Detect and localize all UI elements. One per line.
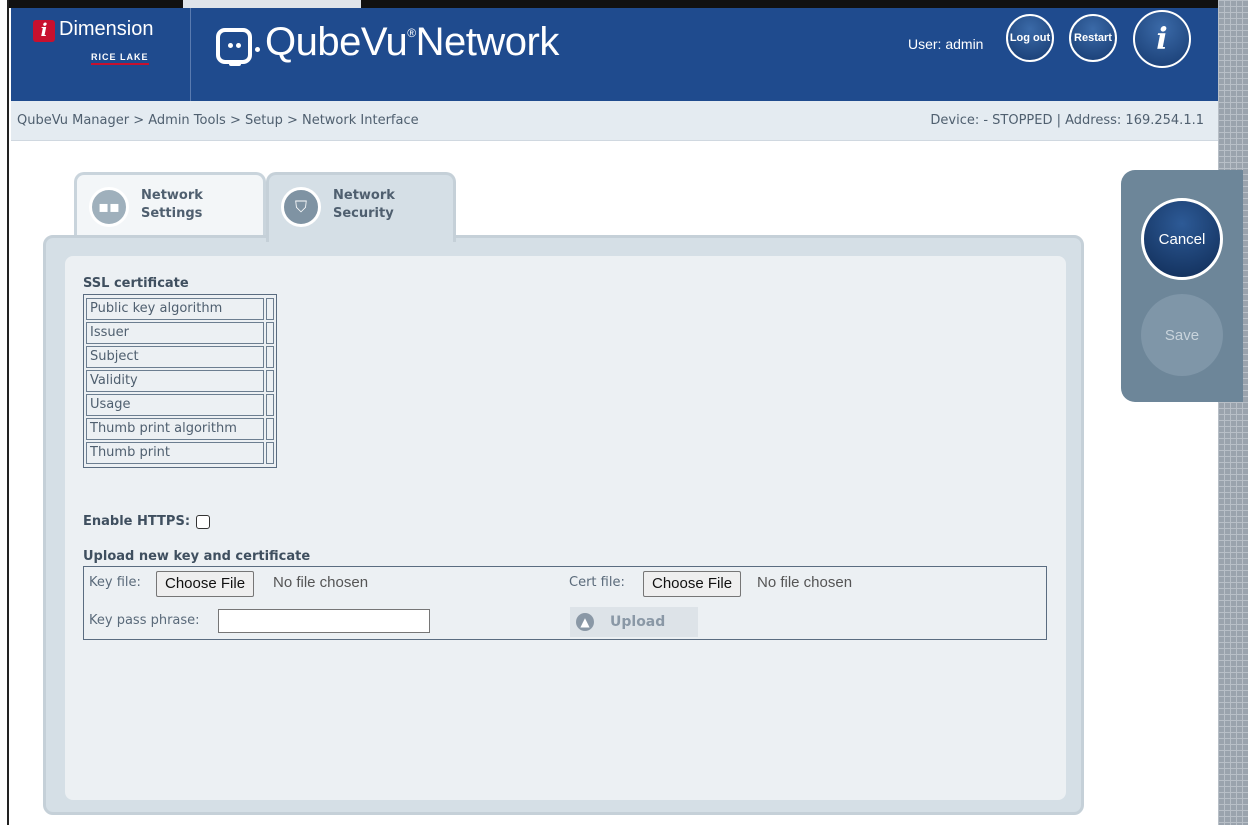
ssl-field-value (266, 442, 274, 464)
key-file-choose-button[interactable]: Choose File (156, 571, 255, 597)
table-row: Usage (86, 394, 274, 416)
brand-subtitle: RICE LAKE (91, 52, 149, 65)
brand-name: Dimension (59, 18, 154, 40)
security-panel: SSL certificate Public key algorithm Iss… (43, 235, 1084, 815)
tab-label: Network Security (333, 188, 395, 221)
ssl-field-value (266, 298, 274, 320)
security-panel-content: SSL certificate Public key algorithm Iss… (65, 256, 1066, 800)
action-panel: Cancel Save (1121, 170, 1243, 402)
user-label: User: admin (908, 36, 984, 52)
table-row: Public key algorithm (86, 298, 274, 320)
brand-i-icon: i (33, 20, 55, 42)
table-row: Subject (86, 346, 274, 368)
table-row: Thumb print (86, 442, 274, 464)
info-button[interactable]: i (1133, 10, 1191, 68)
background-grid-strip (1218, 0, 1248, 825)
logout-button[interactable]: Log out (1006, 14, 1054, 62)
key-file-label: Key file: (89, 575, 141, 590)
tab-network-security[interactable]: ⛉ Network Security (266, 172, 456, 242)
ssl-field-label: Usage (86, 394, 264, 416)
ssl-field-label: Thumb print algorithm (86, 418, 264, 440)
ssl-certificate-table: Public key algorithm Issuer Subject Vali… (83, 294, 277, 468)
pass-phrase-input[interactable] (218, 609, 430, 633)
ssl-field-label: Validity (86, 370, 264, 392)
ssl-field-label: Public key algorithm (86, 298, 264, 320)
table-row: Validity (86, 370, 274, 392)
screen-icon: ▪▪ (89, 187, 129, 227)
device-status: Device: - STOPPED | Address: 169.254.1.1 (930, 113, 1204, 128)
upload-button[interactable]: ▲ Upload (570, 607, 698, 637)
ssl-field-value (266, 394, 274, 416)
table-row: Issuer (86, 322, 274, 344)
upload-section-title: Upload new key and certificate (83, 549, 311, 564)
restart-button[interactable]: Restart (1069, 14, 1117, 62)
shield-icon: ⛉ (281, 187, 321, 227)
brand-logo[interactable]: i Dimension RICE LAKE (11, 8, 191, 101)
window-top-border (0, 0, 1218, 8)
ssl-field-label: Thumb print (86, 442, 264, 464)
window-top-gap (183, 0, 361, 8)
cert-file-label: Cert file: (569, 575, 625, 590)
ssl-field-value (266, 346, 274, 368)
save-button[interactable]: Save (1141, 294, 1223, 376)
upload-icon: ▲ (576, 613, 594, 631)
key-file-status: No file chosen (273, 574, 369, 591)
breadcrumb-bar: QubeVu Manager > Admin Tools > Setup > N… (11, 101, 1218, 141)
app-header: i Dimension RICE LAKE QubeVu®Network Use… (11, 8, 1218, 101)
enable-https-checkbox[interactable] (196, 514, 211, 529)
ssl-field-value (266, 322, 274, 344)
ssl-field-value (266, 370, 274, 392)
qubevu-dot-icon (255, 47, 260, 52)
ssl-certificate-title: SSL certificate (83, 276, 189, 291)
enable-https-row: Enable HTTPS: (83, 514, 211, 529)
cancel-button[interactable]: Cancel (1141, 198, 1223, 280)
table-row: Thumb print algorithm (86, 418, 274, 440)
upload-button-label: Upload (610, 614, 666, 630)
cert-file-status: No file chosen (757, 574, 853, 591)
ssl-field-value (266, 418, 274, 440)
breadcrumb: QubeVu Manager > Admin Tools > Setup > N… (17, 113, 419, 128)
enable-https-label: Enable HTTPS: (83, 514, 191, 529)
app-title: QubeVu®Network (265, 20, 559, 64)
ssl-field-label: Issuer (86, 322, 264, 344)
ssl-field-label: Subject (86, 346, 264, 368)
window-left-border (0, 0, 9, 825)
upload-form: Key file: Choose File No file chosen Cer… (83, 566, 1047, 640)
cert-file-choose-button[interactable]: Choose File (643, 571, 742, 597)
pass-phrase-label: Key pass phrase: (89, 613, 200, 628)
tab-network-settings[interactable]: ▪▪ Network Settings (74, 172, 266, 242)
qubevu-screen-icon (216, 28, 252, 66)
tab-label: Network Settings (141, 188, 203, 221)
